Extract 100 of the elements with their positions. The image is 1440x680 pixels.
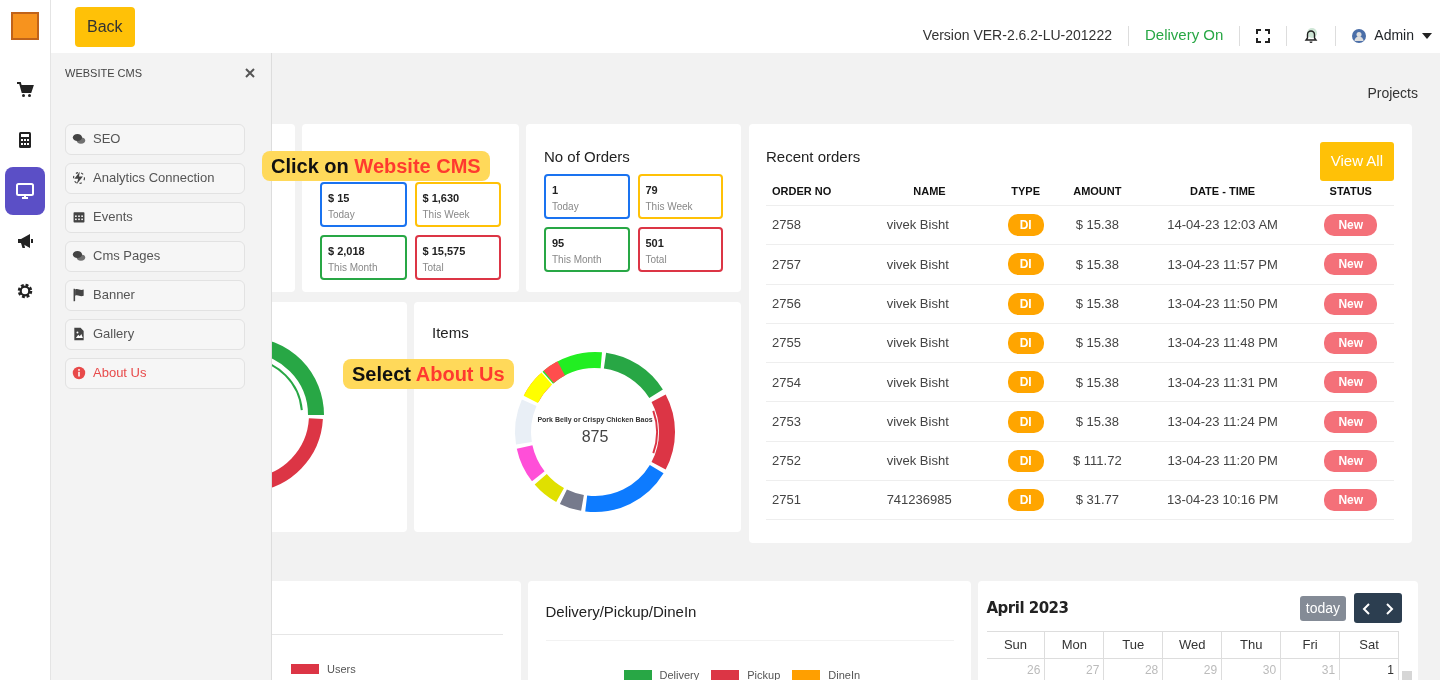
back-button[interactable]: Back	[75, 6, 135, 47]
table-cell: 2754	[766, 362, 865, 402]
legend-label: Users	[327, 662, 356, 677]
order-type-badge: DI	[1007, 253, 1044, 276]
caret-icon	[1422, 32, 1432, 39]
menu-item[interactable]: Analytics Connection	[65, 162, 245, 194]
chevron-right-icon	[1386, 602, 1394, 615]
order-type-badge: DI	[1007, 332, 1044, 355]
table-cell: 13-04-23 11:31 PM	[1137, 362, 1308, 402]
table-cell: vivek Bisht	[864, 244, 995, 285]
table-cell: 2753	[766, 402, 865, 442]
sidebar-button[interactable]	[5, 167, 45, 215]
column-header: NAME	[864, 176, 995, 206]
stat-value: 501	[645, 236, 665, 251]
weekday-header: Mon	[1045, 631, 1105, 659]
table-cell: 13-04-23 11:20 PM	[1137, 441, 1308, 481]
calendar-date[interactable]: 1	[1340, 658, 1399, 680]
weekday-header: Tue	[1104, 631, 1164, 659]
chevron-left-icon	[1362, 602, 1370, 615]
table-cell: vivek Bisht	[864, 362, 995, 402]
column-header: ORDER NO	[766, 176, 865, 206]
fullscreen-icon[interactable]	[1256, 28, 1271, 43]
column-header: AMOUNT	[1056, 176, 1138, 206]
menu-item[interactable]: Cms Pages	[65, 240, 245, 272]
weekday-header: Thu	[1222, 631, 1282, 659]
weekday-header: Sat	[1340, 631, 1399, 659]
status-badge: New	[1324, 332, 1378, 355]
order-type-badge: DI	[1007, 449, 1044, 472]
close-icon[interactable]	[245, 68, 255, 79]
status-badge: New	[1324, 410, 1378, 433]
version-text: Version VER-2.6.2-LU-201222	[922, 26, 1112, 45]
order-type-badge: DI	[1007, 292, 1044, 315]
breadcrumb-link[interactable]: Projects	[1367, 83, 1418, 124]
table-cell: $ 15.38	[1056, 362, 1138, 402]
legend-label: DineIn	[828, 667, 861, 680]
stat-label: This Week	[645, 199, 694, 214]
calendar-icon	[72, 210, 86, 224]
table-cell: 2758	[766, 205, 865, 245]
table-cell: vivek Bisht	[864, 205, 995, 245]
table-cell: $ 15.38	[1056, 205, 1138, 245]
table-cell: 2755	[766, 323, 865, 363]
image-file-icon	[72, 327, 86, 341]
info-icon	[72, 366, 86, 380]
menu-item[interactable]: About Us	[65, 357, 245, 389]
menu-item[interactable]: SEO	[65, 123, 245, 155]
instruction-callout: Select About Us	[343, 359, 514, 389]
stat-value: 1	[552, 183, 560, 198]
menu-item[interactable]: Gallery	[65, 318, 245, 350]
status-badge: New	[1324, 449, 1378, 472]
stat-label: Today	[552, 199, 580, 214]
admin-menu[interactable]: Admin	[1352, 25, 1432, 46]
stat-value: 95	[552, 236, 566, 251]
weekday-header: Fri	[1281, 631, 1341, 659]
legend-label: Delivery	[659, 667, 700, 680]
weekday-header: Sun	[986, 631, 1046, 659]
menu-item[interactable]: Events	[65, 201, 245, 233]
order-type-badge: DI	[1007, 371, 1044, 394]
stat-label: Total	[645, 252, 668, 267]
avatar-icon	[1352, 28, 1367, 43]
order-type-badge: DI	[1007, 214, 1044, 237]
table-cell: $ 31.77	[1056, 480, 1138, 520]
stat-label: This Week	[422, 207, 471, 222]
order-type-badge: DI	[1007, 410, 1044, 433]
stat-label: This Month	[552, 252, 603, 267]
table-cell: 2756	[766, 284, 865, 324]
speech-bubbles-icon	[72, 249, 86, 263]
chart-center-value: 875	[580, 426, 610, 447]
stat-value: $ 15,575	[422, 244, 467, 259]
card-title: No of Orders	[544, 147, 631, 167]
status-badge: New	[1324, 489, 1378, 512]
legend-label: Pickup	[747, 667, 781, 680]
notification-bell-icon[interactable]	[1303, 27, 1320, 44]
table-cell: 741236985	[864, 480, 995, 520]
table-cell: 13-04-23 11:48 PM	[1137, 323, 1308, 363]
column-header: STATUS	[1307, 176, 1394, 206]
stat-label: This Month	[328, 260, 379, 275]
card-title: Items	[432, 323, 470, 343]
weekday-header: Wed	[1163, 631, 1223, 659]
status-badge: New	[1324, 214, 1378, 237]
table-cell: 2752	[766, 441, 865, 481]
table-cell: 2757	[766, 244, 865, 285]
table-cell: $ 15.38	[1056, 323, 1138, 363]
lightning-icon	[72, 171, 86, 185]
card-title: Delivery/Pickup/DineIn	[545, 602, 698, 622]
stat-value: $ 2,018	[328, 244, 366, 259]
table-cell: vivek Bisht	[864, 402, 995, 442]
flag-icon	[72, 288, 86, 302]
table-cell: 2751	[766, 480, 865, 520]
table-cell: 13-04-23 11:57 PM	[1137, 244, 1308, 285]
table-cell: $ 111.72	[1056, 441, 1138, 481]
settings-icon	[16, 282, 34, 300]
status-badge: New	[1324, 371, 1378, 394]
status-badge: New	[1324, 292, 1378, 315]
order-type-badge: DI	[1007, 489, 1044, 512]
table-cell: 13-04-23 11:24 PM	[1137, 402, 1308, 442]
calculator-icon	[16, 131, 34, 149]
table-cell: $ 15.38	[1056, 284, 1138, 324]
cart-icon	[16, 81, 34, 99]
menu-item[interactable]: Banner	[65, 279, 245, 311]
table-cell: $ 15.38	[1056, 402, 1138, 442]
